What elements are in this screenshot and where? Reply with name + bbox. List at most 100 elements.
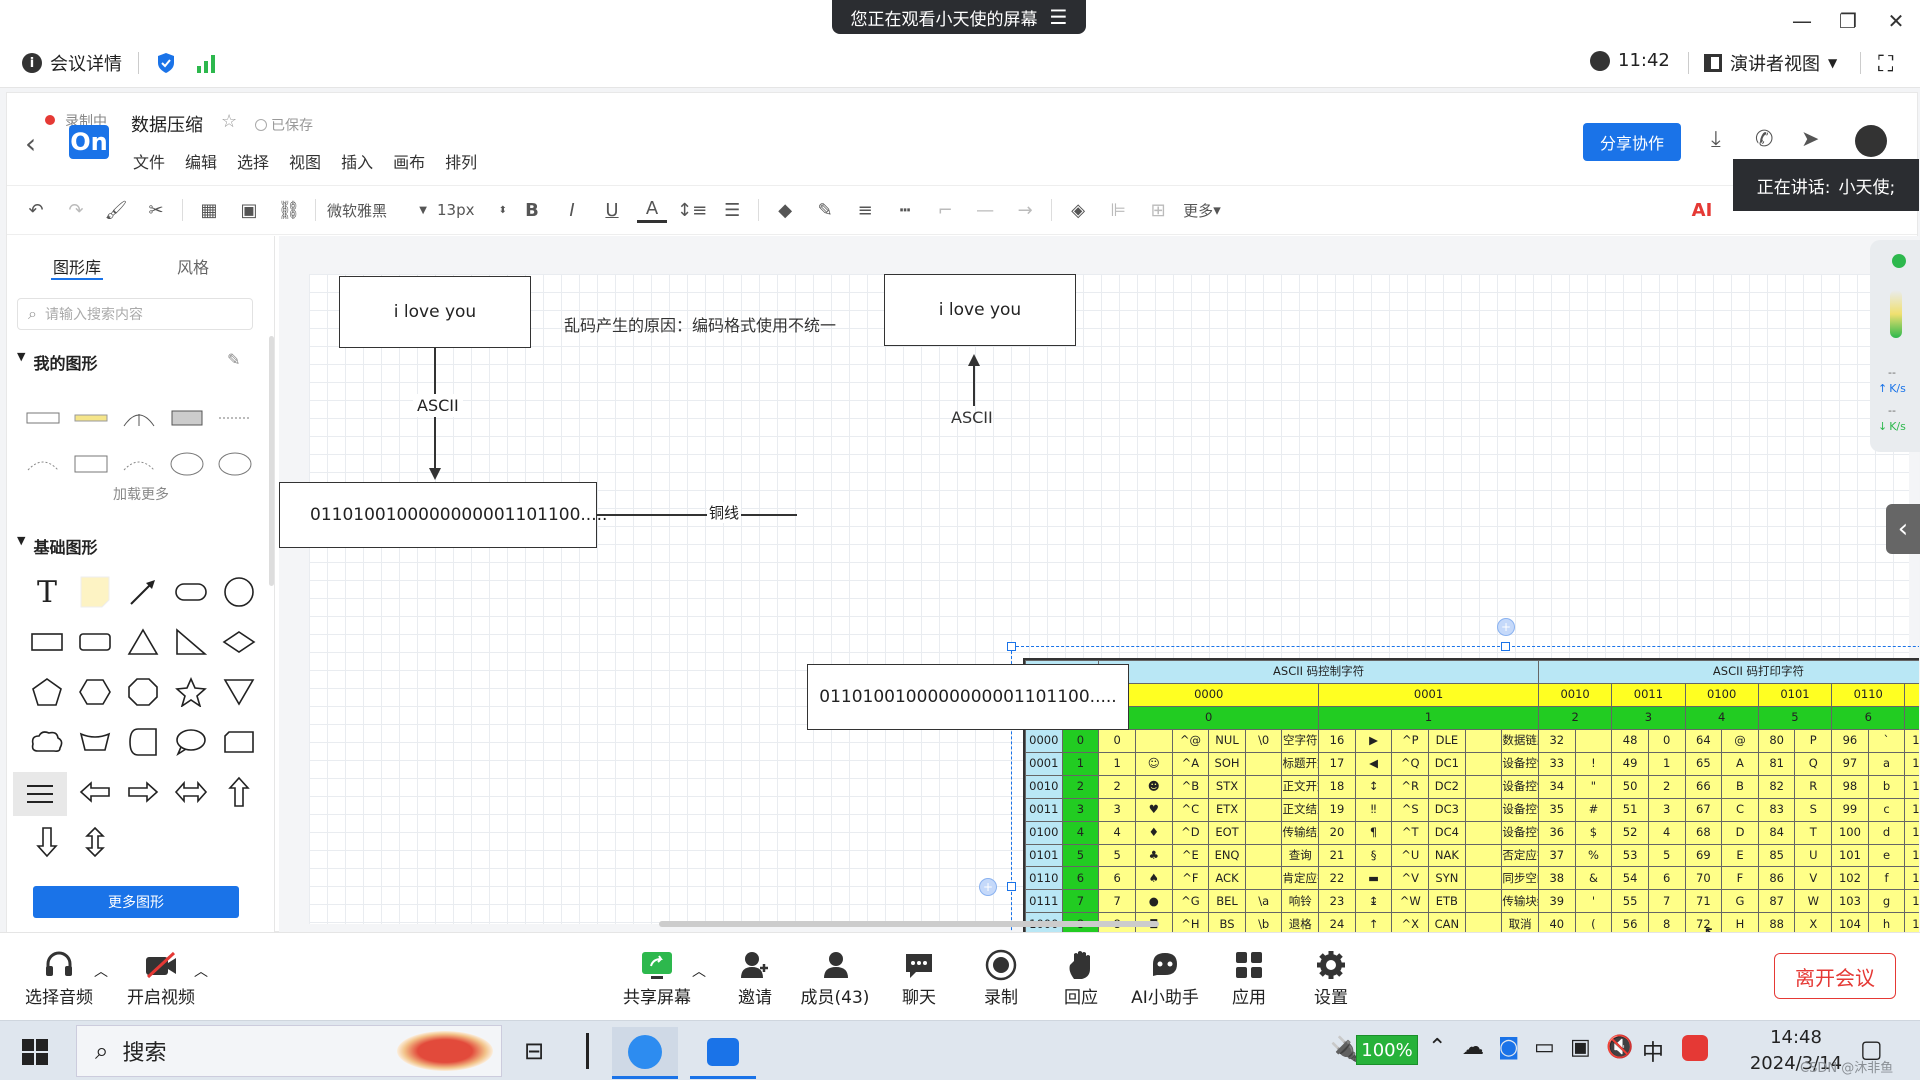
download-icon[interactable]: ⤓ bbox=[1711, 127, 1721, 152]
invite-button[interactable]: 邀请 bbox=[710, 947, 800, 1008]
shape-rect-thin[interactable] bbox=[23, 398, 63, 438]
record-button[interactable]: 录制 bbox=[956, 947, 1046, 1008]
shape-ellipse-2[interactable] bbox=[215, 444, 255, 484]
binary-box-right[interactable]: 0110100100000000001101100..... bbox=[807, 664, 1129, 730]
tray-app-icon[interactable]: ◙ bbox=[1498, 1035, 1519, 1060]
chat-button[interactable]: 聊天 bbox=[874, 947, 964, 1008]
format-painter-icon[interactable]: 🖌 bbox=[101, 193, 131, 227]
menu-file[interactable]: 文件 bbox=[133, 149, 165, 173]
fill-color-icon[interactable]: ◆ bbox=[770, 193, 800, 227]
close-icon[interactable]: ✕ bbox=[1876, 8, 1916, 34]
more-shapes-button[interactable]: 更多图形 bbox=[33, 886, 239, 918]
settings-button[interactable]: 设置 bbox=[1286, 947, 1376, 1008]
reason-label[interactable]: 乱码产生的原因：编码格式使用不统一 bbox=[564, 312, 836, 336]
more-button[interactable]: 更多 ▾ bbox=[1183, 193, 1221, 227]
ai-button[interactable]: AI bbox=[1687, 193, 1717, 227]
share-screen-button[interactable]: 共享屏幕 bbox=[612, 947, 702, 1008]
binary-box-left[interactable]: 0110100100000000001101100..... bbox=[279, 482, 607, 548]
shape-search-input[interactable]: ⌕ 请输入搜索内容 bbox=[17, 298, 253, 330]
network-icon[interactable]: ▣ bbox=[1570, 1035, 1591, 1060]
restore-icon[interactable]: ❐ bbox=[1828, 8, 1868, 34]
line-height-icon[interactable]: ↕≡ bbox=[677, 193, 707, 227]
inverted-triangle-shape-icon[interactable] bbox=[219, 672, 259, 712]
onedrive-icon[interactable]: ☁ bbox=[1462, 1035, 1484, 1060]
text-shape-icon[interactable]: T bbox=[27, 572, 67, 612]
vertical-double-arrow-shape-icon[interactable] bbox=[75, 822, 115, 862]
arrow-line-icon[interactable] bbox=[123, 572, 163, 612]
taskbar-search[interactable]: ⌕ 搜索 bbox=[76, 1025, 502, 1077]
meeting-details[interactable]: i 会议详情 bbox=[22, 50, 122, 76]
shape-dashed-line[interactable] bbox=[215, 398, 255, 438]
shield-icon[interactable] bbox=[156, 52, 176, 74]
line-width-icon[interactable]: ≡ bbox=[850, 193, 880, 227]
connector-icon[interactable]: ⌐ bbox=[930, 193, 960, 227]
ascii-table-image[interactable]: 高四位ASCII 码控制字符ASCII 码打印字符000000010010001… bbox=[1023, 658, 1919, 933]
speech-bubble-shape-icon[interactable] bbox=[171, 722, 211, 762]
chevron-up-icon[interactable]: ︿ bbox=[692, 961, 706, 981]
ascii-label-left[interactable]: ASCII bbox=[413, 394, 463, 417]
right-arrow-shape-icon[interactable] bbox=[123, 772, 163, 812]
windows-start-icon[interactable] bbox=[22, 1039, 48, 1065]
send-icon[interactable]: ➤ bbox=[1801, 127, 1819, 152]
load-more-link[interactable]: 加载更多 bbox=[113, 484, 169, 504]
shape-ellipse[interactable] bbox=[167, 444, 207, 484]
triangle-shape-icon[interactable] bbox=[123, 622, 163, 662]
align-shapes-icon[interactable]: ⊫ bbox=[1103, 193, 1133, 227]
left-arrow-shape-icon[interactable] bbox=[75, 772, 115, 812]
rounded-rect-2-shape-icon[interactable] bbox=[75, 622, 115, 662]
resize-handle[interactable] bbox=[1007, 642, 1016, 651]
menu-edit[interactable]: 编辑 bbox=[185, 149, 217, 173]
doc-title[interactable]: 数据压缩 bbox=[131, 111, 203, 137]
horizontal-scrollbar[interactable] bbox=[659, 921, 1159, 927]
card-shape-icon[interactable] bbox=[219, 722, 259, 762]
diamond-shape-icon[interactable] bbox=[219, 622, 259, 662]
wire-label[interactable]: 铜线 bbox=[707, 502, 742, 523]
line-end-icon[interactable]: → bbox=[1010, 193, 1040, 227]
leave-meeting-button[interactable]: 离开会议 bbox=[1774, 953, 1896, 999]
star-shape-icon[interactable] bbox=[171, 672, 211, 712]
right-triangle-shape-icon[interactable] bbox=[171, 622, 211, 662]
shape-rect-yellow[interactable] bbox=[71, 398, 111, 438]
list-shape-icon[interactable] bbox=[13, 772, 67, 816]
ime-icon[interactable]: 中 bbox=[1642, 1035, 1664, 1067]
hexagon-shape-icon[interactable] bbox=[75, 672, 115, 712]
menu-select[interactable]: 选择 bbox=[237, 149, 269, 173]
box-i-love-you-right[interactable]: i love you bbox=[884, 274, 1076, 346]
chevron-up-icon[interactable]: ⌃ bbox=[1428, 1035, 1446, 1060]
align-icon[interactable]: ☰ bbox=[717, 193, 747, 227]
grid-icon[interactable]: ⊞ bbox=[1143, 193, 1173, 227]
tray-app-icon[interactable] bbox=[1682, 1035, 1708, 1061]
back-icon[interactable]: ‹ bbox=[25, 127, 36, 160]
panel-scrollbar[interactable] bbox=[269, 336, 274, 586]
pentagon-shape-icon[interactable] bbox=[27, 672, 67, 712]
add-connection-icon[interactable]: + bbox=[1497, 618, 1515, 636]
shape-device[interactable] bbox=[167, 398, 207, 438]
undo-icon[interactable]: ↶ bbox=[21, 193, 51, 227]
note-shape-icon[interactable] bbox=[75, 572, 115, 612]
chevron-up-icon[interactable]: ︿ bbox=[194, 961, 208, 981]
font-family-select[interactable]: 微软雅黑 ▼ bbox=[327, 193, 427, 227]
shape-network[interactable] bbox=[119, 398, 159, 438]
italic-icon[interactable]: I bbox=[557, 193, 587, 227]
members-button[interactable]: 成员(43) bbox=[790, 947, 880, 1008]
wire-line[interactable] bbox=[597, 514, 797, 516]
star-icon[interactable]: ☆ bbox=[221, 111, 237, 132]
signal-icon[interactable] bbox=[196, 54, 218, 74]
redo-icon[interactable]: ↷ bbox=[61, 193, 91, 227]
app-logo[interactable]: On bbox=[69, 125, 109, 159]
delay-shape-icon[interactable] bbox=[123, 722, 163, 762]
line-style-icon[interactable]: ┅ bbox=[890, 193, 920, 227]
avatar[interactable] bbox=[1855, 125, 1887, 157]
rectangle-shape-icon[interactable] bbox=[27, 622, 67, 662]
line-color-icon[interactable]: ✎ bbox=[810, 193, 840, 227]
collapse-panel-icon[interactable]: ‹ bbox=[1886, 504, 1920, 554]
underline-icon[interactable]: U bbox=[597, 193, 627, 227]
taskbar-app-screen[interactable] bbox=[690, 1027, 756, 1079]
up-arrow-shape-icon[interactable] bbox=[219, 772, 259, 812]
apps-button[interactable]: 应用 bbox=[1204, 947, 1294, 1008]
font-color-icon[interactable]: A bbox=[637, 197, 667, 223]
menu-insert[interactable]: 插入 bbox=[341, 149, 373, 173]
task-view-icon[interactable]: ⊟ bbox=[524, 1037, 544, 1065]
rounded-rect-shape-icon[interactable] bbox=[171, 572, 211, 612]
resize-handle[interactable] bbox=[1007, 882, 1016, 891]
